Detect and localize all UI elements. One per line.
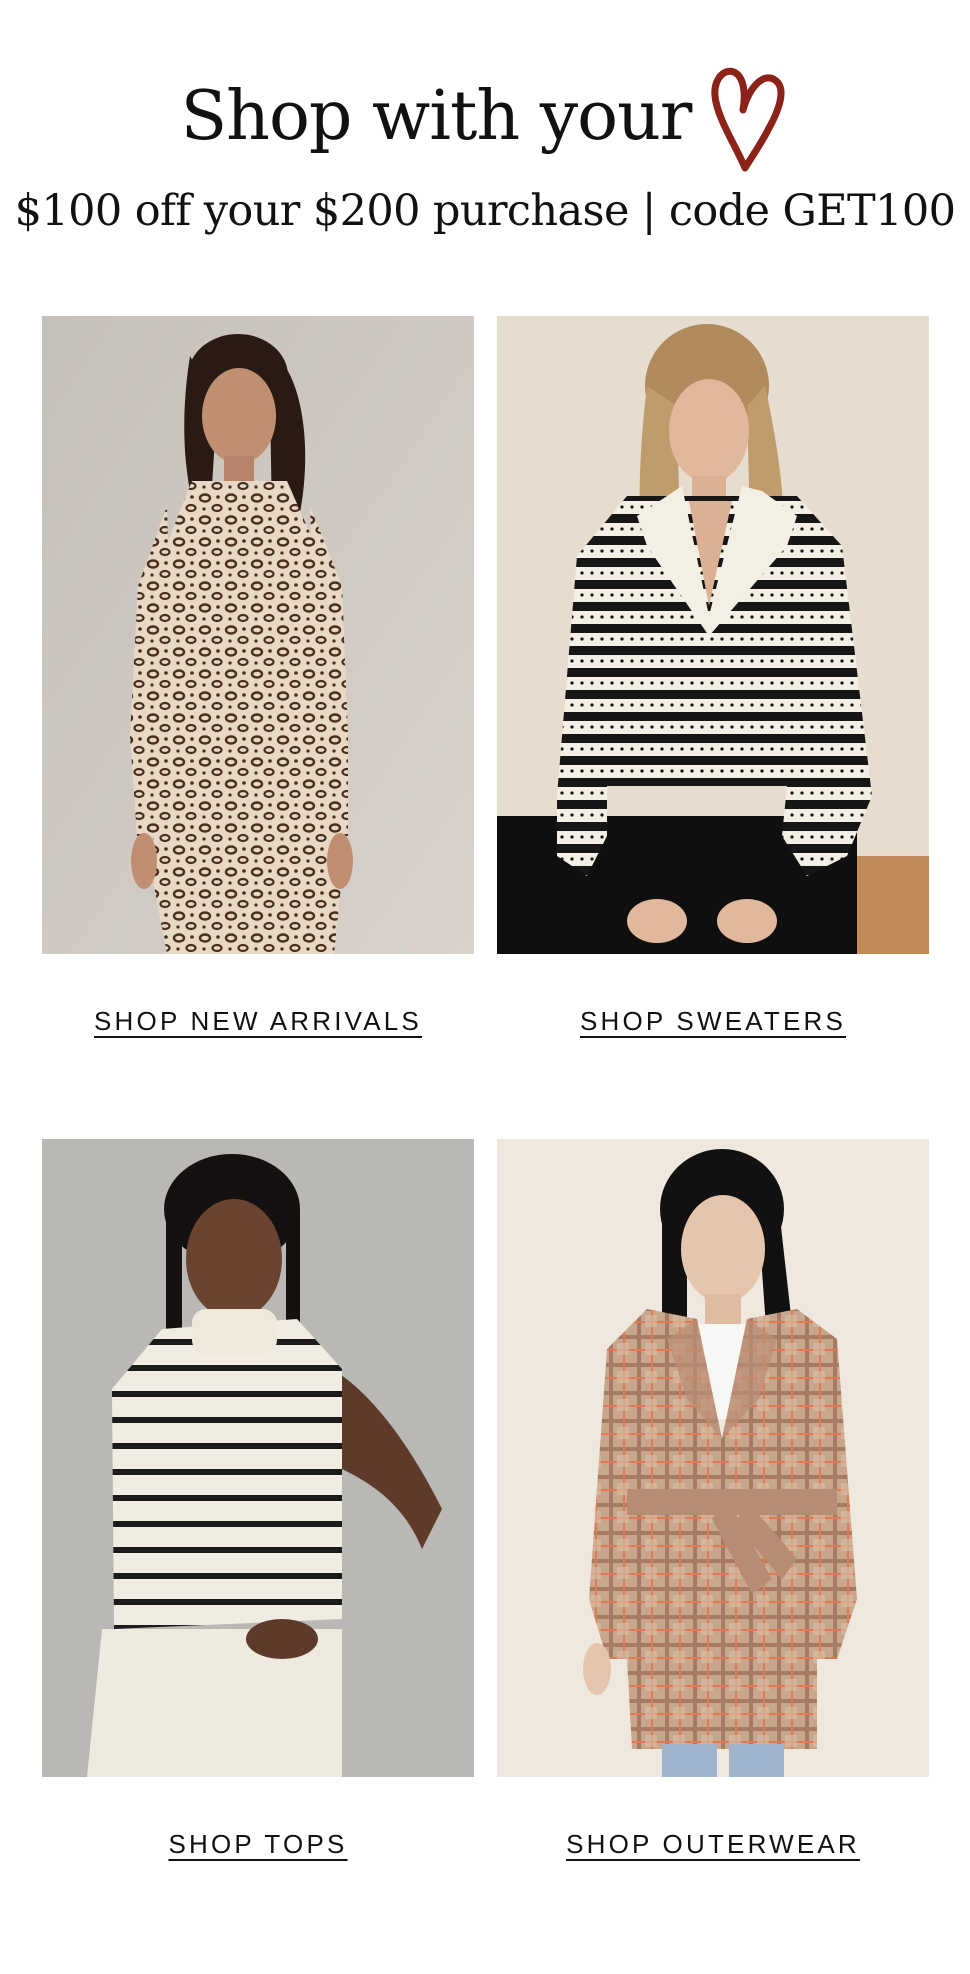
tile-outerwear[interactable]: SHOP OUTERWEAR <box>497 1139 929 1860</box>
shop-outerwear-link[interactable]: SHOP OUTERWEAR <box>497 1829 929 1860</box>
shop-new-arrivals-link[interactable]: SHOP NEW ARRIVALS <box>42 1006 474 1037</box>
headline: Shop with your <box>180 77 693 156</box>
heart-icon <box>711 67 785 172</box>
shop-tops-link[interactable]: SHOP TOPS <box>42 1829 474 1860</box>
promo-code-line: $100 off your $200 purchase | code GET10… <box>14 186 956 236</box>
product-photo-striped-sweater[interactable] <box>497 316 929 954</box>
hero-header: Shop with your $100 off your $200 purcha… <box>0 0 970 260</box>
product-photo-striped-knit-top[interactable] <box>42 1139 474 1777</box>
tile-new-arrivals[interactable]: SHOP NEW ARRIVALS <box>42 316 474 1037</box>
product-photo-leopard-dress[interactable] <box>42 316 474 954</box>
tile-sweaters[interactable]: SHOP SWEATERS <box>497 316 929 1037</box>
tile-tops[interactable]: SHOP TOPS <box>42 1139 474 1860</box>
shop-sweaters-link[interactable]: SHOP SWEATERS <box>497 1006 929 1037</box>
product-photo-plaid-coat[interactable] <box>497 1139 929 1777</box>
headline-row: Shop with your <box>0 52 970 182</box>
